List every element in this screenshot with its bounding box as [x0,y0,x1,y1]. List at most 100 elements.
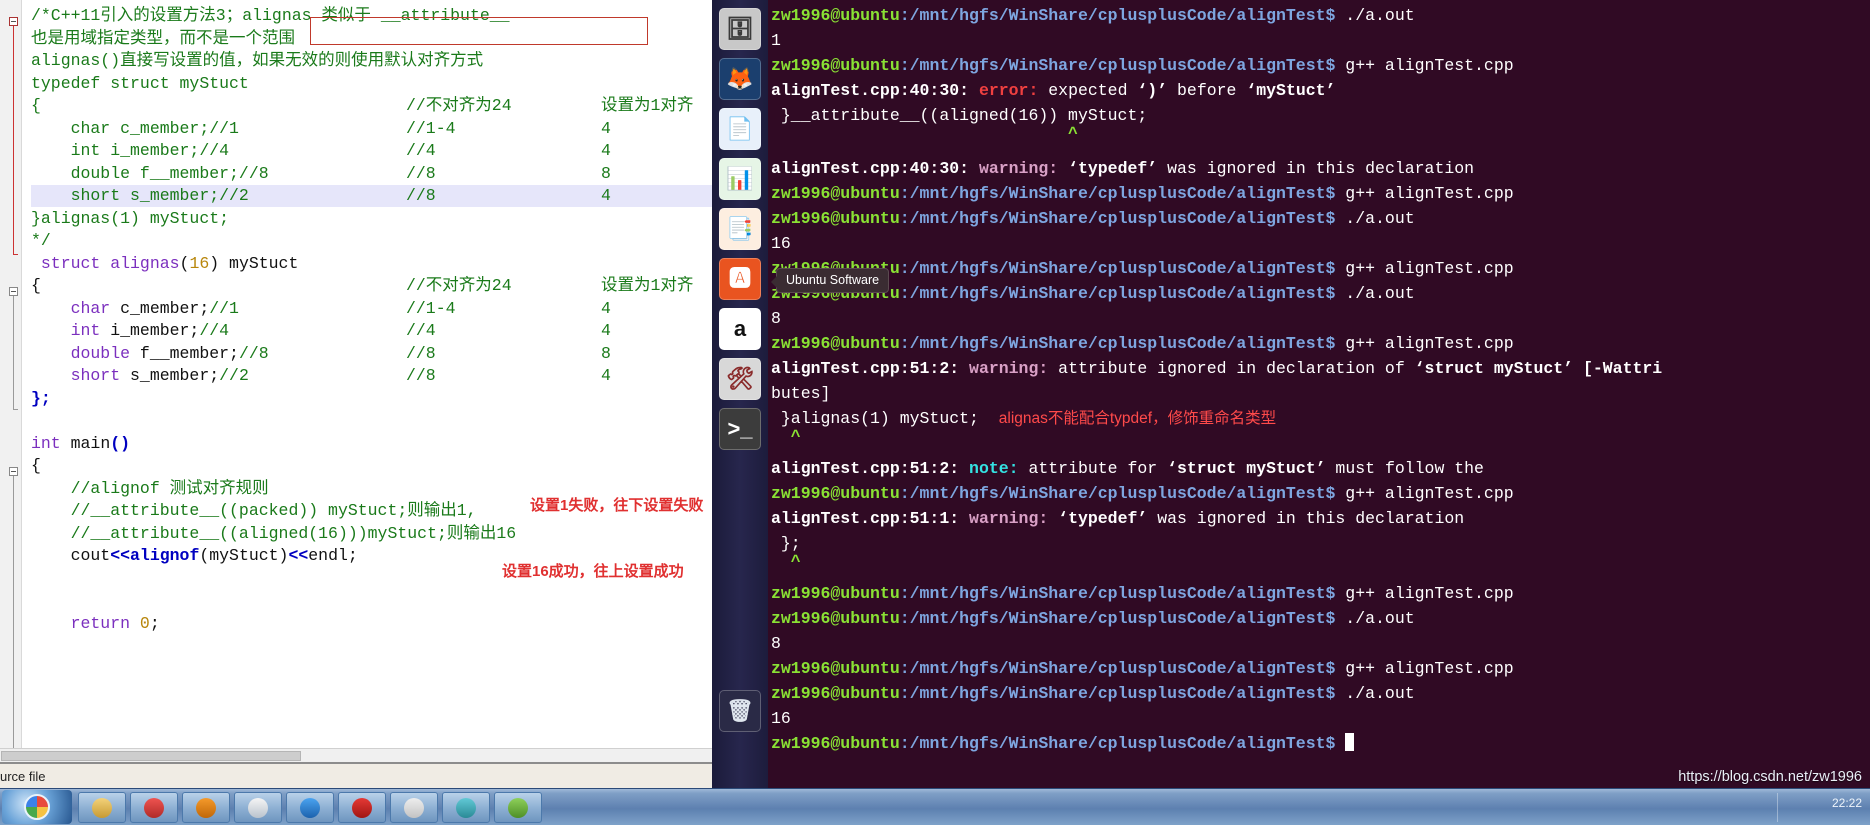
terminal-prompt-path: :/mnt/hgfs/WinShare/cplusplusCode/alignT… [899,56,1336,75]
libreoffice-writer-icon-glyph: 📄 [726,116,754,141]
terminal-command: ./a.out [1335,6,1415,25]
taskbar-app-3[interactable] [286,792,334,823]
code-token: alignas()直接写设置的值，如果无效的则使用默认对齐方式 [31,51,484,70]
code-line[interactable]: int i_member;//4//4 4 [31,140,712,162]
terminal-space [959,509,969,528]
code-line[interactable]: }; [31,388,712,410]
watermark-url: https://blog.csdn.net/zw1996 [1678,769,1862,785]
code-comment-column-a: //8 [406,186,436,205]
code-comment-column-a: //1-4 [406,119,456,138]
code-line[interactable]: double f__member;//8//8 8 [31,343,712,365]
editor-fold-column[interactable] [0,0,22,787]
code-token: return [31,614,131,633]
taskbar-app-1[interactable] [130,792,178,823]
fold-toggle-comment-block[interactable] [9,17,18,26]
code-line[interactable]: {//不对齐为24 设置为1对齐 [31,95,712,117]
terminal-cursor [1345,733,1355,751]
terminal-prompt-path: :/mnt/hgfs/WinShare/cplusplusCode/alignT… [899,734,1336,753]
code-line[interactable]: int main() [31,433,712,455]
scrollbar-thumb[interactable] [1,751,301,761]
ubuntu-software-icon[interactable]: 🅰 [719,258,761,300]
code-line[interactable]: */ [31,230,712,252]
ubuntu-software-icon-glyph: 🅰 [728,266,751,291]
terminal-prompt-user: zw1996@ubuntu [771,659,900,678]
taskbar-explorer[interactable] [78,792,126,823]
terminal-line: zw1996@ubuntu:/mnt/hgfs/WinShare/cpluspl… [771,481,1514,507]
libreoffice-writer-icon[interactable]: 📄 [719,108,761,150]
taskbar-app-1-icon [144,797,164,818]
terminal-command: g++ alignTest.cpp [1335,484,1514,503]
terminal-diagnostic-file: alignTest.cpp:51:2: [771,359,960,378]
terminal-diagnostic-file: alignTest.cpp:51:2: [771,459,960,478]
code-line[interactable]: return 0; [31,613,712,635]
code-line[interactable]: }alignas(1) myStuct; [31,208,712,230]
terminal-command: ./a.out [1335,609,1415,628]
terminal-window[interactable]: zw1996@ubuntu:/mnt/hgfs/WinShare/cpluspl… [768,0,1870,790]
code-line[interactable]: struct alignas(16) myStuct [31,253,712,275]
code-editor-window[interactable]: /*C++11引入的设置方法3；alignas 类似于 __attribute_… [0,0,712,825]
ubuntu-launcher-bar[interactable]: 🗄 🦊 📄 📊 📑 🅰a 🛠 >_ 🗑 [712,0,768,788]
code-line[interactable]: /*C++11引入的设置方法3；alignas 类似于 __attribute_… [31,5,712,27]
system-settings-icon[interactable]: 🛠 [719,358,761,400]
code-token: struct [31,254,111,273]
terminal-icon[interactable]: >_ [719,408,761,450]
libreoffice-calc-icon-glyph: 📊 [726,166,754,191]
taskbar-notepad[interactable] [234,792,282,823]
terminal-command: g++ alignTest.cpp [1335,584,1514,603]
taskbar-app-4[interactable] [338,792,386,823]
code-token: { [31,276,41,295]
terminal-line: 1 [771,28,781,54]
libreoffice-calc-icon[interactable]: 📊 [719,158,761,200]
code-token: << [288,546,309,565]
terminal-output: 16 [771,234,791,253]
editor-horizontal-scrollbar[interactable] [0,748,712,762]
taskbar-app-7[interactable] [494,792,542,823]
source-code-area[interactable]: /*C++11引入的设置方法3；alignas 类似于 __attribute_… [31,0,712,787]
code-comment-column-a: //4 [406,141,436,160]
code-line[interactable]: char c_member;//1 //1-4 4 [31,298,712,320]
code-token: double [31,344,131,363]
terminal-prompt-path: :/mnt/hgfs/WinShare/cplusplusCode/alignT… [899,659,1336,678]
code-line[interactable]: typedef struct myStuct [31,73,712,95]
terminal-output: 8 [771,309,781,328]
fold-toggle-struct[interactable] [9,287,18,296]
code-line[interactable]: //__attribute__((aligned(16)))myStuct;则输… [31,523,712,545]
taskbar-app-5[interactable] [390,792,438,823]
code-token: endl; [308,546,358,565]
code-line[interactable]: short s_member;//2 //8 4 [31,185,712,207]
libreoffice-impress-icon[interactable]: 📑 [719,208,761,250]
taskbar-clock[interactable]: 22:22 [1832,796,1862,810]
amazon-icon[interactable]: a [719,308,761,350]
code-token: int i_member;//4 [31,141,230,160]
code-line[interactable]: double f__member;//8//8 8 [31,163,712,185]
terminal-line: ^ [771,121,1078,147]
terminal-prompt-user: zw1996@ubuntu [771,584,900,603]
files-icon[interactable]: 🗄 [719,8,761,50]
fold-end-comment [13,254,18,255]
terminal-output: butes] [771,384,831,403]
code-line[interactable]: {//不对齐为24 设置为1对齐 [31,275,712,297]
firefox-icon[interactable]: 🦊 [719,58,761,100]
code-line[interactable]: short s_member;//2 //8 4 [31,365,712,387]
code-line[interactable]: alignas()直接写设置的值，如果无效的则使用默认对齐方式 [31,50,712,72]
terminal-command [1335,734,1345,753]
code-comment-column-a: //4 [406,321,436,340]
terminal-prompt-user: zw1996@ubuntu [771,334,900,353]
terminal-prompt-path: :/mnt/hgfs/WinShare/cplusplusCode/alignT… [899,184,1336,203]
taskbar-app-6[interactable] [442,792,490,823]
terminal-prompt-path: :/mnt/hgfs/WinShare/cplusplusCode/alignT… [899,334,1336,353]
taskbar-app-2[interactable] [182,792,230,823]
code-line[interactable]: int i_member;//4//4 4 [31,320,712,342]
code-line[interactable]: char c_member;//1 //1-4 4 [31,118,712,140]
fold-toggle-main[interactable] [9,467,18,476]
terminal-prompt-path: :/mnt/hgfs/WinShare/cplusplusCode/alignT… [899,584,1336,603]
start-button[interactable] [2,790,72,824]
code-comment-column-b: 4 [601,366,611,385]
terminal-line: zw1996@ubuntu:/mnt/hgfs/WinShare/cpluspl… [771,681,1415,707]
code-line[interactable]: { [31,455,712,477]
trash-icon[interactable]: 🗑 [719,690,761,732]
code-line[interactable]: 也是用域指定类型，而不是一个范围 [31,28,712,50]
terminal-command: g++ alignTest.cpp [1335,259,1514,278]
windows-taskbar[interactable]: 22:22 [0,788,1870,825]
terminal-command: g++ alignTest.cpp [1335,334,1514,353]
